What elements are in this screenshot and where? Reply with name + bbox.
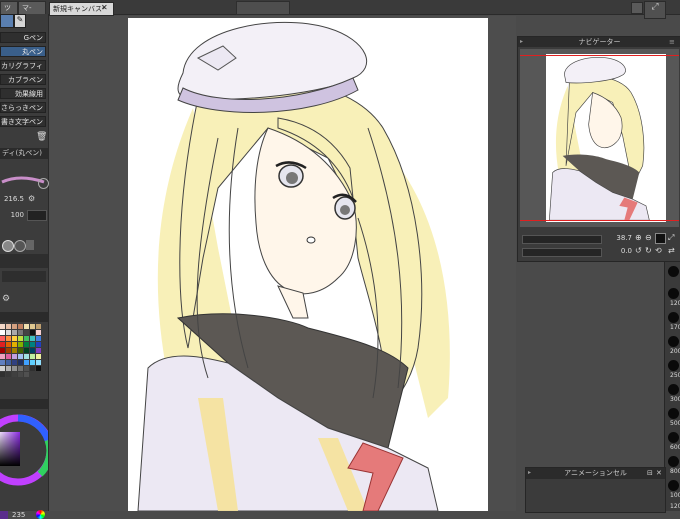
brush-size-dot[interactable] xyxy=(668,360,679,371)
color-wheel[interactable] xyxy=(0,410,48,510)
navigator-panel: ナビゲーター ▸ ≡ 38.7 ⊕ ⊖ ⤢ 0.0 ↺ ↻ ⟲ ⇄ xyxy=(517,36,680,262)
minimize-icon[interactable]: ⊟ xyxy=(647,469,655,477)
brush-size-dot[interactable] xyxy=(668,432,679,443)
brush-size-label: 200 xyxy=(670,348,680,355)
zoom-in-icon[interactable]: ⊕ xyxy=(635,233,644,242)
opacity-value[interactable]: 100 xyxy=(2,211,24,219)
brush-size-label: 500 xyxy=(670,420,680,427)
fit-screen-icon[interactable] xyxy=(655,233,666,244)
zoom-slider[interactable] xyxy=(522,235,602,244)
canvas-paper[interactable] xyxy=(128,18,488,512)
anti-alias-icon-2[interactable] xyxy=(14,240,26,252)
pen-tool-icon[interactable] xyxy=(0,14,14,28)
wrench-icon[interactable] xyxy=(38,178,49,189)
brush-size-dot[interactable] xyxy=(668,266,679,277)
subtool-effect-line[interactable]: 効果線用 xyxy=(0,88,46,99)
brush-size-dot[interactable] xyxy=(668,480,679,491)
left-tool-panel: ✎ Gペン 丸ペン カリグラフィ カブラペン 効果線用 さらっきペン 書き文字ペ… xyxy=(0,14,49,519)
stabilization-slider[interactable] xyxy=(0,254,48,268)
brush-size-panel: 120 170 200 250 300 500 600 800 1000 120 xyxy=(664,262,680,511)
settings-icon[interactable]: ⚙ xyxy=(2,294,12,304)
brush-size-dot[interactable] xyxy=(668,288,679,299)
brush-size-label: 1000 xyxy=(670,492,680,499)
viewport-top-edge xyxy=(520,55,679,56)
animation-cel-title: アニメーションセル xyxy=(526,468,665,479)
brush-size-dot[interactable] xyxy=(668,384,679,395)
expand-icon[interactable]: ⤢ xyxy=(644,1,666,19)
actual-size-icon[interactable]: ⤢ xyxy=(668,233,677,242)
zoom-out-icon[interactable]: ⊖ xyxy=(645,233,654,242)
artwork[interactable] xyxy=(128,18,488,512)
zoom-value[interactable]: 38.7 xyxy=(612,234,632,242)
thumbnail-art xyxy=(548,56,650,221)
color-set-palette[interactable] xyxy=(0,324,48,402)
brush-size-label: 170 xyxy=(670,324,680,331)
brush-size-label: 300 xyxy=(670,396,680,403)
brush-size-dot[interactable] xyxy=(668,336,679,347)
color-set-header xyxy=(0,312,48,322)
brush-size-dot[interactable] xyxy=(668,408,679,419)
viewport-bottom-edge xyxy=(520,220,679,221)
close-icon[interactable]: ✕ xyxy=(101,4,109,12)
reset-rotation-icon[interactable]: ⟲ xyxy=(655,246,664,255)
navigator-view[interactable] xyxy=(520,49,679,227)
trash-icon[interactable]: 🗑 xyxy=(36,132,47,142)
flip-icon[interactable]: ⇄ xyxy=(668,246,677,255)
tab-material[interactable]: マ- xyxy=(18,1,46,15)
navigator-title: ナビゲーター xyxy=(518,37,680,47)
subtool-lettering-pen[interactable]: 書き文字ペン xyxy=(0,116,46,127)
brush-size-label: 250 xyxy=(670,372,680,379)
brush-size-dot[interactable] xyxy=(668,456,679,467)
subtool-calligraphy[interactable]: カリグラフィ xyxy=(0,60,46,71)
collapse-icon[interactable]: ▸ xyxy=(520,38,528,46)
navigator-thumbnail xyxy=(546,54,666,222)
close-icon[interactable]: ✕ xyxy=(656,469,664,477)
animation-cel-panel: アニメーションセル ▸ ⊟ ✕ xyxy=(525,467,666,513)
rotate-left-icon[interactable]: ↺ xyxy=(635,246,644,255)
rotate-right-icon[interactable]: ↻ xyxy=(645,246,654,255)
brush-size-label: 800 xyxy=(670,468,680,475)
subtool-sarakki-pen[interactable]: さらっきペン xyxy=(0,102,46,113)
brush-size-label: 120 xyxy=(670,503,680,510)
color-wheel-header xyxy=(0,399,48,409)
anti-alias-icon[interactable] xyxy=(2,240,14,252)
brush-size-label: 600 xyxy=(670,444,680,451)
scroll-up-button[interactable] xyxy=(631,2,643,14)
brush-size-icon: ⚙ xyxy=(28,194,36,203)
opacity-slider[interactable] xyxy=(27,210,47,221)
anti-alias-icon-3[interactable] xyxy=(26,240,34,250)
subtool-g-pen[interactable]: Gペン xyxy=(0,32,46,43)
rotation-value[interactable]: 0.0 xyxy=(612,247,632,255)
menu-area[interactable] xyxy=(236,1,290,15)
brush-size-label: 120 xyxy=(670,300,680,307)
subtool-maru-pen[interactable]: 丸ペン xyxy=(0,46,46,57)
collapse-icon[interactable]: ▸ xyxy=(528,469,536,477)
subtool-kabura-pen[interactable]: カブラペン xyxy=(0,74,46,85)
color-value-readout: 235 xyxy=(12,511,26,519)
tool-tab[interactable]: ツ xyxy=(0,1,18,15)
brush-size-dot[interactable] xyxy=(668,312,679,323)
subtool-detail-bar[interactable] xyxy=(2,271,46,282)
tab-drawing-icon[interactable]: ✎ xyxy=(14,14,26,28)
brush-size-value[interactable]: 216.5 xyxy=(2,195,24,203)
color-mode-icon[interactable] xyxy=(36,510,45,519)
panel-menu-icon[interactable]: ≡ xyxy=(669,38,677,46)
main-color-swatch[interactable] xyxy=(0,511,8,519)
rotation-slider[interactable] xyxy=(522,248,602,257)
tool-property-title: ディ(丸ペン) xyxy=(0,148,48,159)
